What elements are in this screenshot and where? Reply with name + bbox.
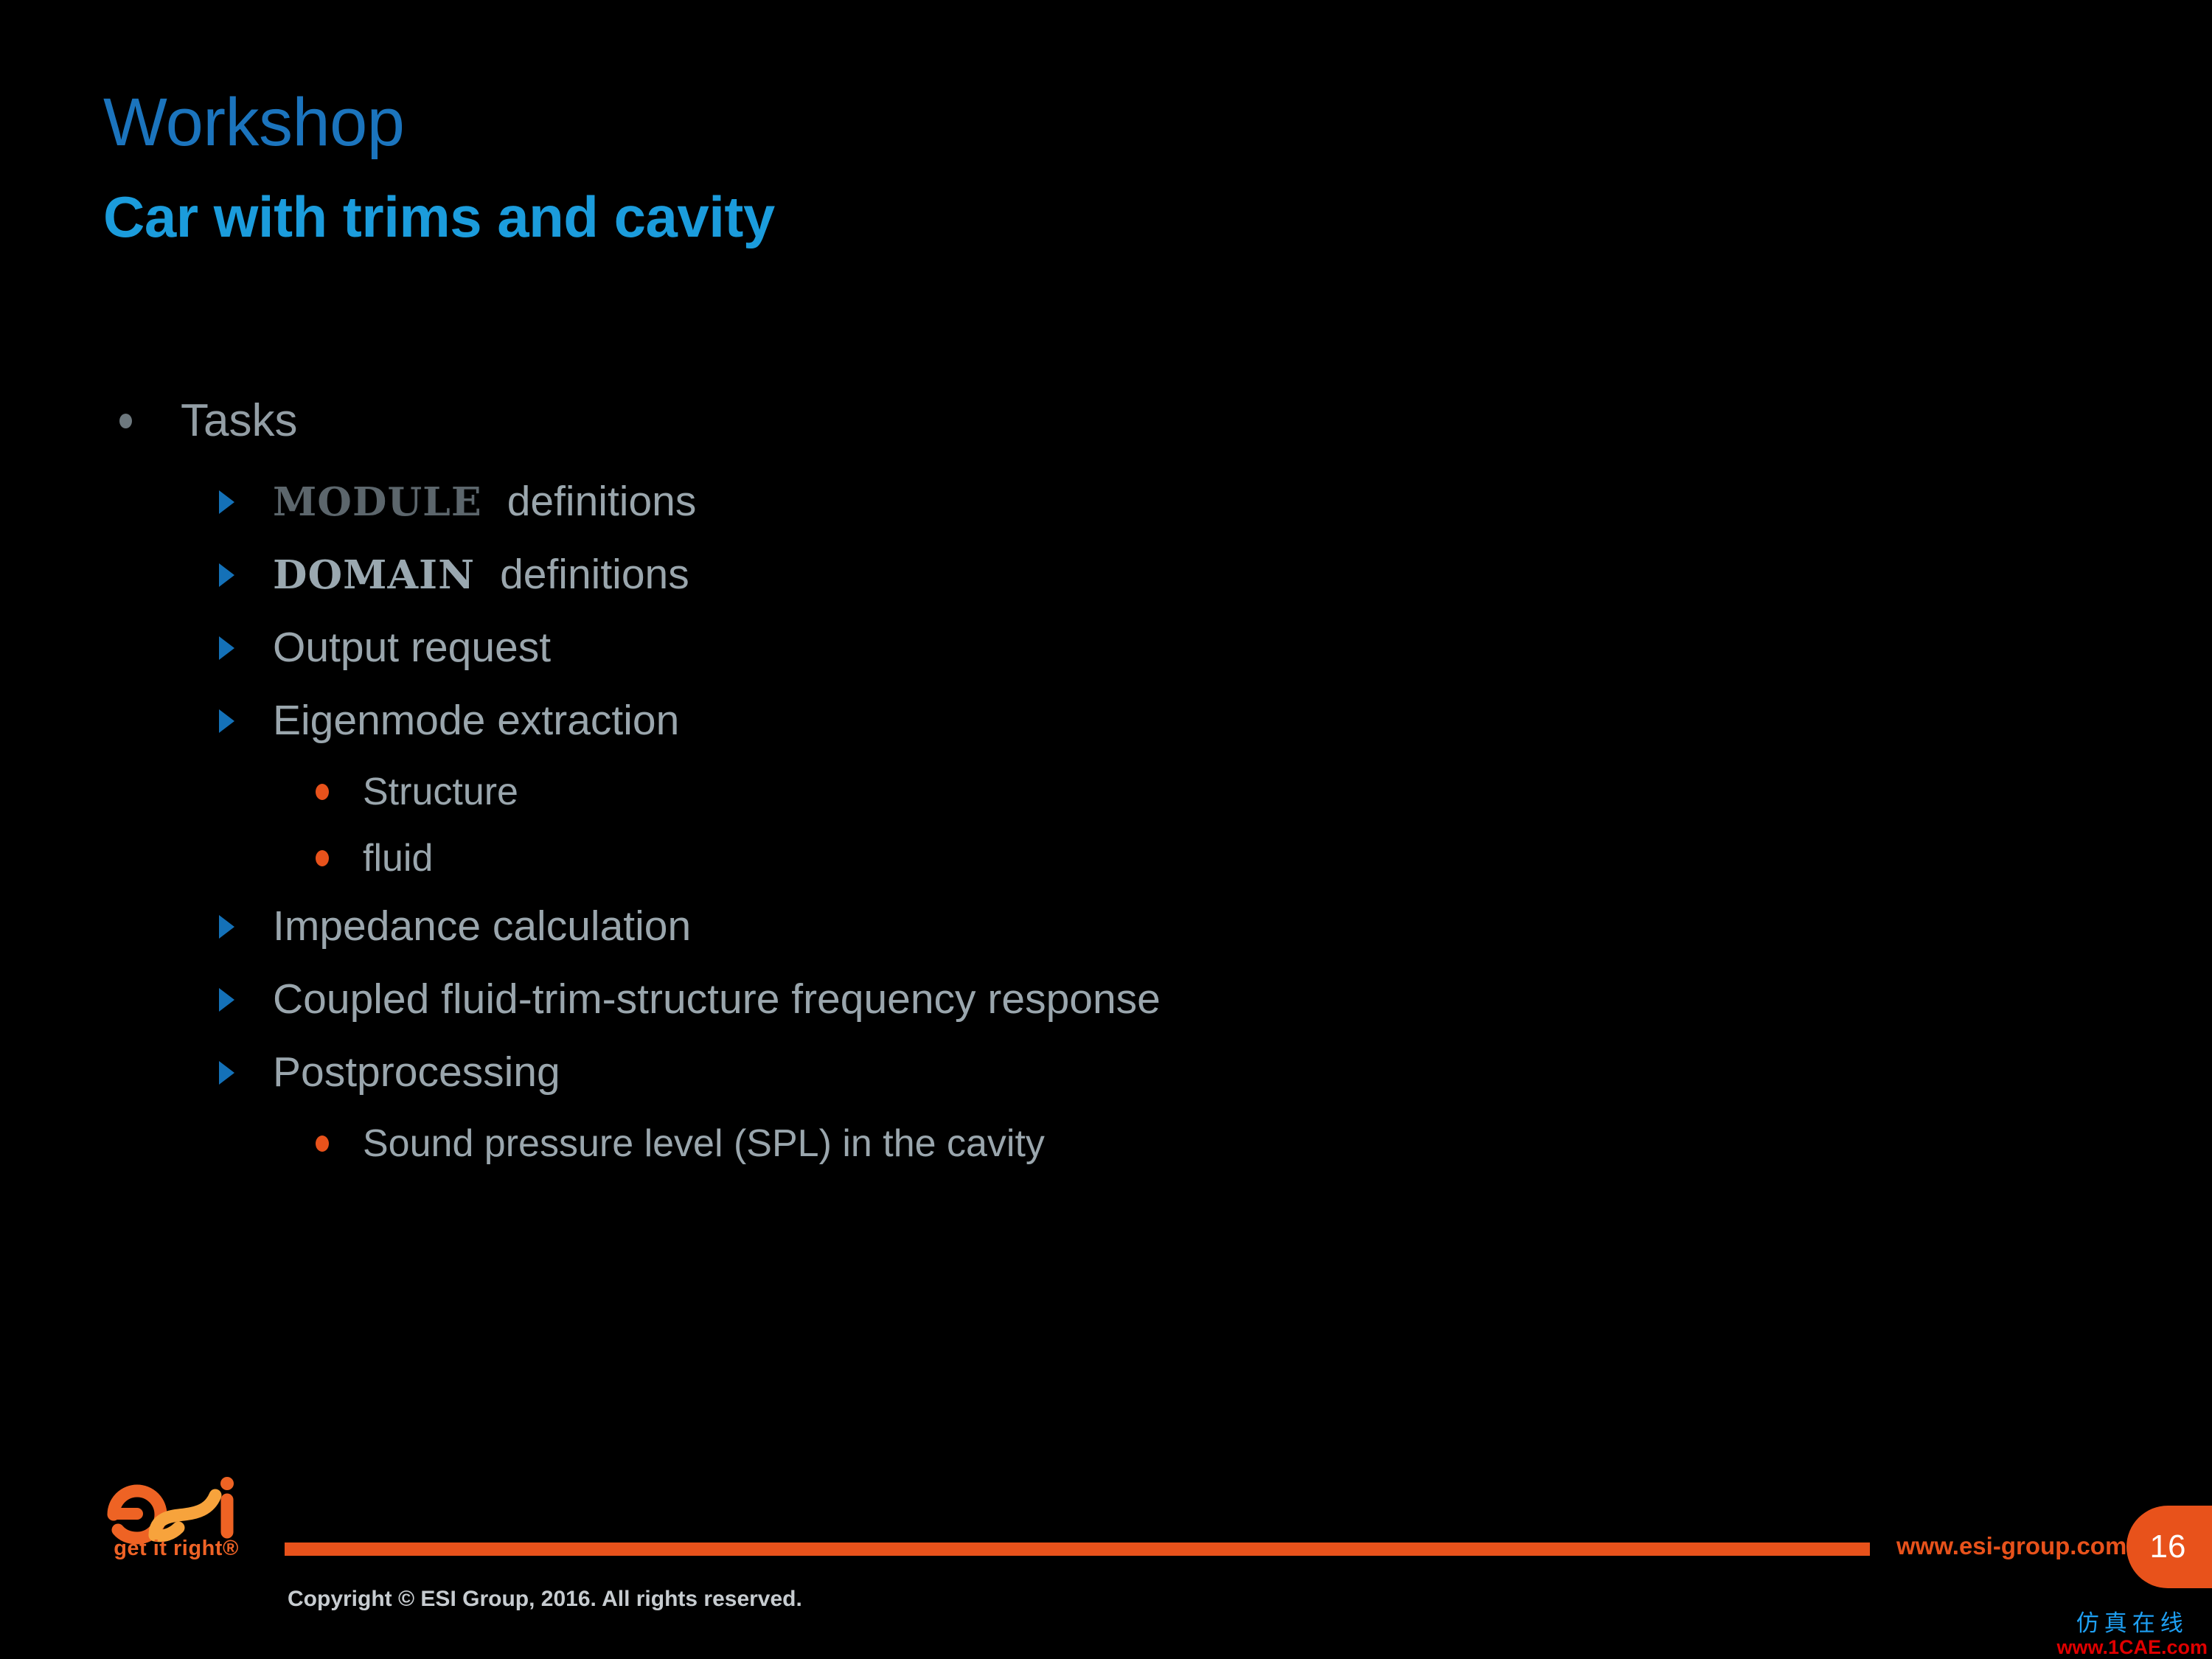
list-item-label: fluid (363, 837, 434, 880)
list-item-label: definitions (500, 551, 689, 598)
bullet-dot-orange-icon (316, 850, 329, 866)
list-item-output-request: Output request (103, 627, 2020, 669)
triangle-bullet-icon (219, 636, 234, 660)
page-title: Workshop (103, 85, 405, 160)
list-item-label: Tasks (181, 395, 298, 446)
watermark-url-text: www.1CAE.com (2056, 1636, 2208, 1658)
slide-canvas: Workshop Car with trims and cavity Tasks… (0, 0, 2212, 1659)
list-item-label: Eigenmode extraction (273, 697, 680, 744)
keyword-module: MODULE (273, 479, 482, 525)
list-item-label: Structure (363, 771, 518, 813)
list-item-sound-pressure-level: Sound pressure level (SPL) in the cavity (103, 1124, 2020, 1163)
list-item-label: Coupled fluid-trim-structure frequency r… (273, 975, 1161, 1023)
list-item-label: Output request (273, 624, 552, 671)
bullet-dot-orange-icon (316, 784, 329, 800)
logo-tagline: get it right® (114, 1537, 239, 1560)
list-item-module-definitions: MODULE definitions (103, 481, 2020, 523)
watermark-cn-text: 仿真在线 (2076, 1610, 2188, 1637)
list-item-eigenmode-extraction: Eigenmode extraction (103, 700, 2020, 742)
list-item-tasks: Tasks (103, 398, 2020, 444)
copyright-text: Copyright © ESI Group, 2016. All rights … (288, 1587, 802, 1611)
list-item-label: Impedance calculation (273, 902, 692, 950)
list-item-structure: Structure (103, 773, 2020, 811)
page-number: 16 (2149, 1528, 2186, 1565)
slide-footer (0, 1467, 2212, 1659)
list-item-impedance-calculation: Impedance calculation (103, 905, 2020, 947)
keyword-domain: DOMAIN (273, 552, 476, 598)
page-number-badge: 16 (2126, 1506, 2212, 1588)
page-subtitle: Car with trims and cavity (103, 184, 775, 249)
list-item-postprocessing: Postprocessing (103, 1051, 2020, 1093)
bullet-dot-orange-icon (316, 1135, 329, 1152)
list-item-label: definitions (507, 478, 697, 525)
triangle-bullet-icon (219, 1060, 234, 1085)
list-item-coupled-frequency-response: Coupled fluid-trim-structure frequency r… (103, 978, 2020, 1020)
list-item-fluid: fluid (103, 839, 2020, 877)
triangle-bullet-icon (219, 914, 234, 939)
triangle-bullet-icon (219, 709, 234, 733)
bullet-list: Tasks MODULE definitions DOMAIN definition… (103, 398, 2020, 1191)
triangle-bullet-icon (219, 987, 234, 1012)
title-block: Workshop Car with trims and cavity (103, 85, 1873, 249)
footer-divider (285, 1543, 1870, 1556)
triangle-bullet-icon (219, 490, 234, 514)
list-item-domain-definitions: DOMAIN definitions (103, 554, 2020, 596)
triangle-bullet-icon (219, 563, 234, 587)
list-item-label: Postprocessing (273, 1048, 560, 1096)
list-item-label: Sound pressure level (SPL) in the cavity (363, 1122, 1045, 1165)
watermark: 仿真在线 www.1CAE.com (2056, 1613, 2208, 1658)
site-url-link[interactable]: www.esi-group.com (1896, 1532, 2126, 1560)
bullet-dot-icon (119, 414, 132, 428)
